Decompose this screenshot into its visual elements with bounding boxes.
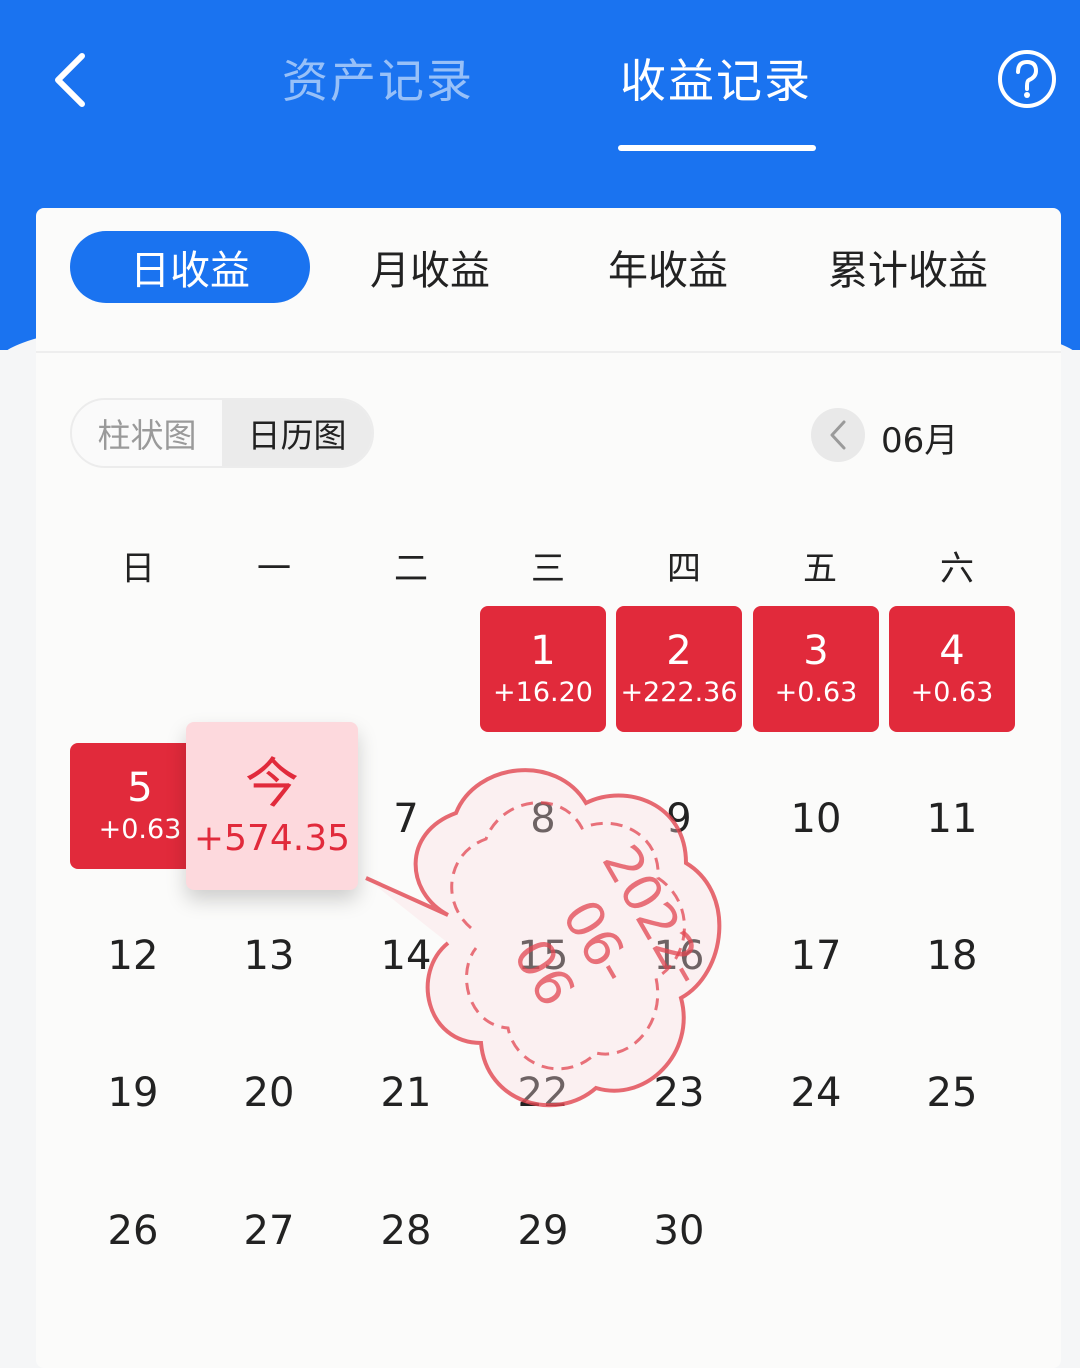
calendar-day-1[interactable]: 1 +16.20 [480, 606, 606, 732]
day-number: 1 [530, 628, 556, 674]
toggle-bar-chart[interactable]: 柱状图 [72, 400, 222, 466]
help-button[interactable] [996, 48, 1058, 110]
calendar-day-3[interactable]: 3 +0.63 [753, 606, 879, 732]
calendar-day-27[interactable]: 27 [206, 1168, 332, 1294]
tab-asset-records[interactable]: 资产记录 [282, 45, 474, 111]
calendar-day-29[interactable]: 29 [480, 1168, 606, 1294]
period-segment-bar: 日收益 月收益 年收益 累计收益 [36, 208, 1061, 353]
calendar-day-4[interactable]: 4 +0.63 [889, 606, 1015, 732]
month-label: 06月 [881, 421, 959, 461]
day-income: +16.20 [493, 677, 593, 708]
top-bar: 资产记录 收益记录 [0, 0, 1080, 200]
calendar-day-25[interactable]: 25 [889, 1030, 1015, 1156]
prev-month-button[interactable] [811, 408, 865, 462]
toggle-calendar[interactable]: 日历图 [222, 400, 372, 466]
calendar-day-24[interactable]: 24 [753, 1030, 879, 1156]
day-number: 3 [803, 628, 829, 674]
calendar-day-12[interactable]: 12 [70, 893, 196, 1019]
today-income: +574.35 [193, 818, 351, 859]
calendar-day-19[interactable]: 19 [70, 1030, 196, 1156]
calendar-day-26[interactable]: 26 [70, 1168, 196, 1294]
day-number: 2 [666, 628, 692, 674]
weekday-thu: 四 [667, 549, 701, 589]
tab-income-records[interactable]: 收益记录 [620, 45, 812, 111]
weekday-mon: 一 [257, 549, 291, 589]
segment-cumulative[interactable]: 累计收益 [788, 231, 1028, 303]
question-circle-icon [998, 50, 1056, 108]
segment-yearly[interactable]: 年收益 [548, 231, 788, 303]
weekday-fri: 五 [803, 549, 837, 589]
calendar-day-30[interactable]: 30 [616, 1168, 742, 1294]
calendar-day-28[interactable]: 28 [343, 1168, 469, 1294]
date-stamp: 2022- 06-06 [356, 743, 756, 1123]
back-button[interactable] [40, 45, 100, 115]
active-tab-indicator [618, 145, 816, 151]
weekday-sat: 六 [940, 549, 974, 589]
calendar-day-20[interactable]: 20 [206, 1030, 332, 1156]
segment-monthly[interactable]: 月收益 [310, 231, 550, 303]
day-income: +0.63 [774, 677, 858, 708]
calendar-day-11[interactable]: 11 [889, 756, 1015, 882]
calendar-day-10[interactable]: 10 [753, 756, 879, 882]
calendar-day-today[interactable]: 今 +574.35 [186, 722, 358, 890]
day-income: +222.36 [620, 677, 738, 708]
weekday-tue: 二 [394, 549, 428, 589]
segment-daily[interactable]: 日收益 [70, 231, 310, 303]
view-toggle: 柱状图 日历图 [70, 398, 374, 468]
chevron-left-icon [830, 420, 846, 450]
calendar-day-13[interactable]: 13 [206, 893, 332, 1019]
calendar-day-17[interactable]: 17 [753, 893, 879, 1019]
day-income: +0.63 [910, 677, 994, 708]
day-number: 5 [127, 765, 153, 811]
day-number: 4 [939, 628, 965, 674]
income-card: 日收益 月收益 年收益 累计收益 柱状图 日历图 06月 日 一 二 三 四 五… [36, 208, 1061, 1368]
calendar-day-2[interactable]: 2 +222.36 [616, 606, 742, 732]
day-income: +0.63 [98, 814, 182, 845]
chevron-left-icon [55, 53, 85, 107]
weekday-wed: 三 [531, 549, 565, 589]
weekday-sun: 日 [121, 549, 155, 589]
calendar-day-18[interactable]: 18 [889, 893, 1015, 1019]
today-label: 今 [245, 752, 299, 815]
